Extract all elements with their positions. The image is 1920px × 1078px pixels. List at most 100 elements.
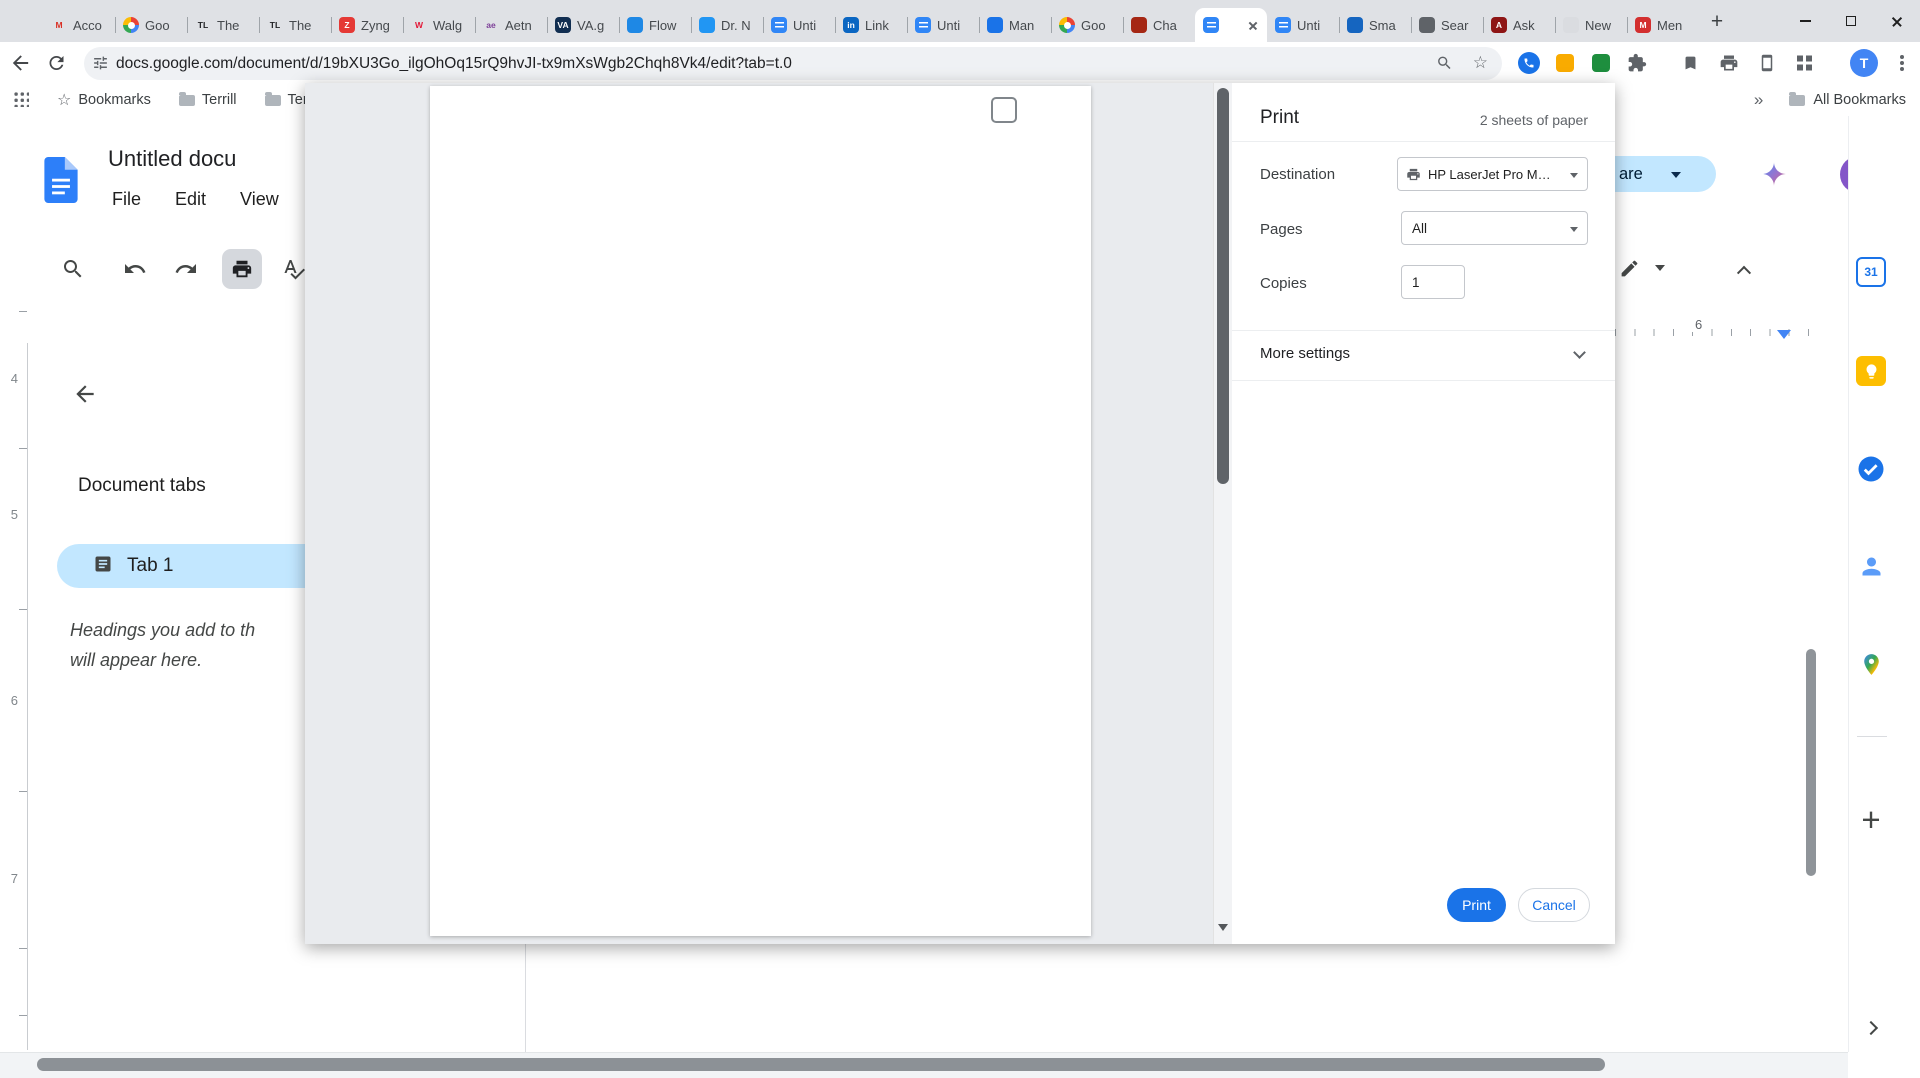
browser-tab[interactable]: Sma: [1339, 8, 1411, 42]
orange-extension-icon[interactable]: [1556, 53, 1574, 72]
browser-tab[interactable]: M Men: [1627, 8, 1699, 42]
browser-tab[interactable]: Unti: [1267, 8, 1339, 42]
tab-favicon: [1563, 17, 1579, 33]
browser-tab[interactable]: Goo: [115, 8, 187, 42]
omnibox[interactable]: docs.google.com/document/d/19bXU3Go_ilgO…: [84, 46, 1502, 80]
browser-profile-avatar[interactable]: T: [1850, 48, 1878, 77]
bookmark-item[interactable]: Terrill: [178, 92, 237, 108]
close-icon: [1891, 15, 1904, 28]
tabs-panel-hint: Headings you add to th will appear here.: [70, 620, 256, 670]
browser-tab[interactable]: Unti: [763, 8, 835, 42]
browser-tab[interactable]: VA VA.g: [547, 8, 619, 42]
keep-icon[interactable]: [1856, 356, 1886, 386]
menu-item[interactable]: Edit: [175, 189, 206, 210]
vertical-ruler-number: 4: [10, 371, 18, 386]
docs-print-button[interactable]: [222, 249, 262, 289]
print-button[interactable]: Print: [1447, 888, 1506, 922]
browser-tab[interactable]: Sear: [1411, 8, 1483, 42]
url-text[interactable]: docs.google.com/document/d/19bXU3Go_ilgO…: [116, 47, 1418, 80]
preview-scrollbar-down-icon[interactable]: [1218, 924, 1228, 936]
minimize-button[interactable]: [1782, 0, 1828, 42]
maximize-icon: [1846, 16, 1856, 26]
maps-icon[interactable]: [1856, 649, 1886, 679]
contacts-icon[interactable]: [1856, 551, 1886, 581]
tab-title: Ask: [1513, 17, 1535, 33]
tab-favicon: [1347, 17, 1363, 33]
tab-close-icon[interactable]: [1246, 19, 1259, 32]
browser-tab[interactable]: [1195, 8, 1267, 42]
share-button[interactable]: are: [1615, 156, 1716, 192]
tab-favicon: [915, 17, 931, 33]
browser-tab[interactable]: Flow: [619, 8, 691, 42]
extensions-puzzle-icon[interactable]: [1627, 53, 1647, 73]
hide-menus-button[interactable]: [1736, 265, 1752, 280]
tab-groups-icon[interactable]: [1797, 55, 1812, 70]
tasks-icon[interactable]: [1856, 454, 1886, 484]
back-button-docs-panel[interactable]: [72, 381, 98, 412]
preview-scrollbar-thumb[interactable]: [1217, 88, 1229, 484]
document-tab-1[interactable]: Tab 1: [57, 544, 347, 588]
copies-input[interactable]: 1: [1401, 265, 1465, 299]
menu-item[interactable]: View: [240, 189, 279, 210]
undo-icon[interactable]: [123, 257, 147, 286]
browser-tab[interactable]: TL The: [259, 8, 331, 42]
browser-tab[interactable]: Unti: [907, 8, 979, 42]
editing-mode-button[interactable]: [1619, 258, 1640, 284]
green-extension-icon[interactable]: [1592, 53, 1610, 72]
all-bookmarks-button[interactable]: All Bookmarks: [1813, 92, 1906, 108]
share-button-label: are: [1619, 164, 1643, 183]
tab-title: Men: [1657, 17, 1683, 33]
print-toolbar-icon[interactable]: [1719, 53, 1739, 73]
cancel-button[interactable]: Cancel: [1518, 888, 1590, 922]
bookmarks-overflow-icon[interactable]: »: [1754, 90, 1763, 110]
horizontal-scrollbar-thumb[interactable]: [37, 1058, 1605, 1071]
apps-grid-icon[interactable]: [14, 92, 29, 107]
docs-search-icon[interactable]: [61, 257, 85, 286]
docs-logo-icon[interactable]: [44, 157, 78, 208]
editing-mode-caret-icon[interactable]: [1655, 265, 1665, 276]
more-settings-row[interactable]: More settings: [1232, 330, 1615, 380]
browser-tab[interactable]: Cha: [1123, 8, 1195, 42]
share-dropdown-icon[interactable]: [1670, 171, 1681, 183]
back-button[interactable]: [9, 51, 32, 74]
margin-marker-triangle[interactable]: [1777, 330, 1791, 346]
bookmark-item[interactable]: Bookmarks: [57, 90, 151, 110]
browser-tab[interactable]: A Ask: [1483, 8, 1555, 42]
phone-extension-icon[interactable]: [1518, 51, 1540, 74]
menu-item[interactable]: File: [112, 189, 141, 210]
new-tab-button[interactable]: +: [1703, 8, 1731, 36]
bookmark-star-icon[interactable]: [1473, 53, 1488, 73]
device-icon[interactable]: [1758, 54, 1776, 72]
browser-tab[interactable]: Z Zyng: [331, 8, 403, 42]
browser-tab[interactable]: New: [1555, 8, 1627, 42]
pages-select[interactable]: All: [1401, 211, 1588, 245]
maximize-button[interactable]: [1828, 0, 1874, 42]
close-button[interactable]: [1874, 0, 1920, 42]
browser-tab[interactable]: ae Aetn: [475, 8, 547, 42]
document-title[interactable]: Untitled docu: [108, 146, 236, 172]
browser-tab[interactable]: in Link: [835, 8, 907, 42]
get-addons-button[interactable]: +: [1856, 800, 1886, 840]
site-info-icon[interactable]: [92, 55, 109, 72]
browser-tab[interactable]: Dr. N: [691, 8, 763, 42]
calendar-icon[interactable]: 31: [1856, 257, 1886, 287]
vertical-ruler-number: 6: [10, 693, 18, 708]
tab-favicon: ae: [486, 19, 496, 30]
zoom-icon[interactable]: [1436, 55, 1453, 72]
destination-select[interactable]: HP LaserJet Pro MFP M1: [1397, 157, 1588, 191]
tab-favicon: [627, 17, 643, 33]
gemini-icon[interactable]: [1761, 161, 1787, 192]
redo-icon[interactable]: [174, 257, 198, 286]
doc-scrollbar-thumb[interactable]: [1806, 649, 1816, 876]
browser-tab[interactable]: M Acco: [43, 8, 115, 42]
preview-scrollbar: [1213, 83, 1232, 944]
browser-tab[interactable]: W Walg: [403, 8, 475, 42]
spellcheck-icon[interactable]: [282, 257, 306, 286]
tab-title: Aetn: [505, 17, 532, 33]
bookmark-extension-icon[interactable]: [1682, 54, 1699, 71]
browser-tab[interactable]: Goo: [1051, 8, 1123, 42]
browser-tab[interactable]: TL The: [187, 8, 259, 42]
browser-tab[interactable]: Man: [979, 8, 1051, 42]
refresh-button[interactable]: [46, 52, 67, 73]
browser-menu-icon[interactable]: [1900, 60, 1904, 65]
